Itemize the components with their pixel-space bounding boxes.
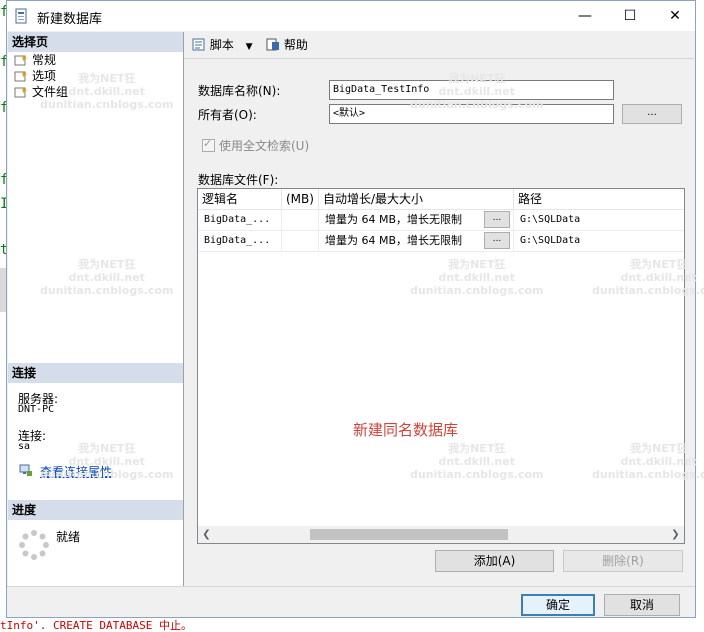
select-page-header: 选择页 [8,32,183,52]
window-title: 新建数据库 [37,12,103,27]
col-logical-name[interactable]: 逻辑名 [198,189,282,209]
autogrowth-browse-button[interactable]: ... [484,211,510,228]
db-name-label: 数据库名称(N): [198,84,281,98]
col-autogrowth[interactable]: 自动增长/最大大小 [319,189,514,209]
new-database-dialog: 新建数据库 — ☐ ✕ 选择页 常规 选项 文件组 连接 服务器: DNT-PC… [6,0,696,618]
toolbar: 脚本 ▼ 帮助 [184,32,694,59]
left-pane: 选择页 常规 选项 文件组 连接 服务器: DNT-PC 连接: sa 查看连接… [8,32,184,587]
cell-size[interactable] [282,209,319,230]
annotation-text: 新建同名数据库 [353,421,459,439]
cell-path[interactable]: G:\SQLData [514,230,684,251]
col-path[interactable]: 路径 [514,189,684,209]
cell-logical-name[interactable]: BigData_... [198,209,282,230]
script-label: 脚本 [209,38,234,52]
scroll-thumb[interactable] [310,529,508,540]
script-icon [192,38,205,51]
background-message: tInfo'. CREATE DATABASE 中止。 [0,619,192,632]
connection-header: 连接 [8,363,183,383]
right-pane: 脚本 ▼ 帮助 数据库名称(N): BigData_TestInfo 所有者(O… [184,32,694,587]
server-value: DNT-PC [18,404,55,415]
col-size[interactable]: (MB) [282,189,319,209]
add-button[interactable]: 添加(A) [435,550,554,572]
ok-button[interactable]: 确定 [521,594,595,616]
connection-value: sa [18,441,31,452]
help-icon [266,38,279,51]
cancel-button[interactable]: 取消 [604,594,680,616]
connection-properties-icon [19,464,32,476]
db-files-grid: 逻辑名 (MB) 自动增长/最大大小 路径 BigData_... 增量为 64… [197,188,685,544]
progress-status: 就绪 [56,530,81,544]
page-options[interactable]: 选项 [14,68,56,84]
cell-size[interactable] [282,230,319,251]
page-options-label: 选项 [32,69,57,83]
page-settings-icon [14,55,27,66]
owner-label: 所有者(O): [198,108,257,122]
page-general-label: 常规 [32,53,57,67]
page-settings-icon [14,71,27,82]
page-settings-icon [14,87,27,98]
fulltext-label: 使用全文检索(U) [219,139,310,153]
page-general[interactable]: 常规 [14,52,56,68]
database-icon [15,8,27,24]
grid-header: 逻辑名 (MB) 自动增长/最大大小 路径 [198,189,684,210]
page-filegroups[interactable]: 文件组 [14,84,68,100]
table-row[interactable]: BigData_... 增量为 64 MB，增长无限制 ... G:\SQLDa… [198,230,684,252]
title-bar[interactable]: 新建数据库 — ☐ ✕ [7,1,695,31]
dropdown-arrow-icon[interactable]: ▼ [246,42,253,52]
scroll-left-icon[interactable]: ❮ [198,526,215,543]
scroll-right-icon[interactable]: ❯ [667,526,684,543]
minimize-button[interactable]: — [563,1,607,31]
owner-input[interactable]: <默认> [329,104,614,124]
fulltext-checkbox[interactable] [202,137,215,152]
db-name-input[interactable]: BigData_TestInfo [329,80,614,100]
owner-browse-button[interactable]: ... [622,104,682,124]
progress-header: 进度 [8,500,183,520]
cell-logical-name[interactable]: BigData_... [198,230,282,251]
help-label: 帮助 [283,38,308,52]
help-button[interactable]: 帮助 [266,36,308,54]
view-connection-properties-link[interactable]: 查看连接属性 [40,463,112,480]
script-button[interactable]: 脚本 ▼ [192,36,253,54]
autogrowth-browse-button[interactable]: ... [484,232,510,249]
db-files-label: 数据库文件(F): [198,173,279,187]
horizontal-scrollbar[interactable]: ❮ ❯ [198,526,684,543]
table-row[interactable]: BigData_... 增量为 64 MB，增长无限制 ... G:\SQLDa… [198,209,684,231]
remove-button[interactable]: 删除(R) [563,550,683,572]
progress-spinner-icon [19,530,49,560]
cell-path[interactable]: G:\SQLData [514,209,684,230]
page-filegroups-label: 文件组 [32,85,69,99]
footer-divider [7,586,695,587]
close-button[interactable]: ✕ [653,1,697,31]
fulltext-checkbox-row[interactable]: 使用全文检索(U) [202,137,309,154]
maximize-button[interactable]: ☐ [608,1,652,31]
